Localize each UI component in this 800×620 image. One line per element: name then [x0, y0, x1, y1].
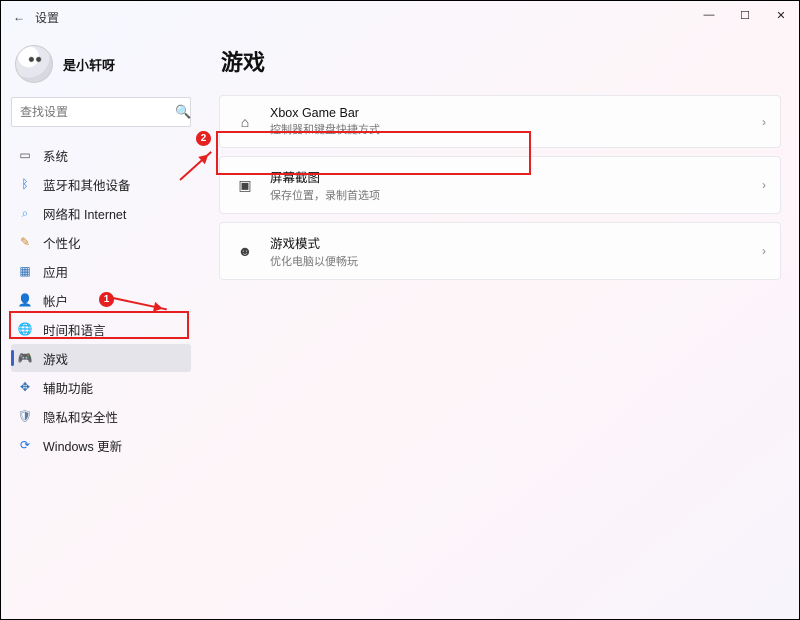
sidebar-item-apps[interactable]: ▦ 应用 — [11, 257, 191, 285]
system-icon: ▭ — [17, 147, 33, 163]
card-subtitle: 保存位置，录制首选项 — [270, 187, 762, 203]
sidebar-item-label: 应用 — [43, 262, 68, 281]
sidebar-item-privacy[interactable]: 🛡 隐私和安全性 — [11, 402, 191, 430]
accessibility-icon: ✥ — [17, 379, 33, 395]
capture-icon: ▣ — [234, 177, 256, 194]
wifi-icon: ⌕ — [17, 205, 33, 221]
minimize-button[interactable]: — — [691, 1, 727, 29]
sidebar-item-system[interactable]: ▭ 系统 — [11, 141, 191, 169]
card-title: 游戏模式 — [270, 233, 762, 252]
xbox-icon: ⌂ — [234, 114, 256, 130]
sidebar-item-accessibility[interactable]: ✥ 辅助功能 — [11, 373, 191, 401]
chevron-right-icon: › — [762, 244, 766, 258]
chevron-right-icon: › — [762, 115, 766, 129]
sidebar-item-gaming[interactable]: 🎮 游戏 — [11, 344, 191, 372]
avatar — [15, 45, 53, 83]
card-subtitle: 优化电脑以便畅玩 — [270, 253, 762, 269]
card-title: 屏幕截图 — [270, 167, 762, 186]
sidebar-item-network[interactable]: ⌕ 网络和 Internet — [11, 199, 191, 227]
card-captures[interactable]: ▣ 屏幕截图 保存位置，录制首选项 › — [219, 156, 781, 214]
card-game-mode[interactable]: ☻ 游戏模式 优化电脑以便畅玩 › — [219, 222, 781, 280]
globe-icon: 🌐 — [17, 321, 33, 337]
main-content: 游戏 ⌂ Xbox Game Bar 控制器和键盘快捷方式 › ▣ 屏幕截图 保… — [201, 33, 799, 619]
sidebar-item-label: 隐私和安全性 — [43, 407, 118, 426]
sidebar-item-personalization[interactable]: ✎ 个性化 — [11, 228, 191, 256]
search-box[interactable]: 🔍 — [11, 97, 191, 127]
card-subtitle: 控制器和键盘快捷方式 — [270, 121, 762, 137]
update-icon: ⟳ — [17, 437, 33, 453]
sidebar-item-update[interactable]: ⟳ Windows 更新 — [11, 431, 191, 459]
back-button[interactable]: ← — [9, 10, 29, 24]
gamepad-icon: 🎮 — [17, 350, 33, 366]
chevron-right-icon: › — [762, 178, 766, 192]
shield-icon: 🛡 — [17, 408, 33, 424]
brush-icon: ✎ — [17, 234, 33, 250]
person-icon: 👤 — [17, 292, 33, 308]
sidebar-item-time-language[interactable]: 🌐 时间和语言 — [11, 315, 191, 343]
search-icon: 🔍 — [175, 104, 191, 120]
sidebar-item-label: 帐户 — [43, 291, 68, 310]
sidebar-item-label: 个性化 — [43, 233, 81, 252]
annotation-badge-1: 1 — [99, 292, 114, 307]
sidebar-item-label: 网络和 Internet — [43, 204, 126, 223]
game-mode-icon: ☻ — [234, 243, 256, 259]
apps-icon: ▦ — [17, 263, 33, 279]
bluetooth-icon: ᛒ — [17, 176, 33, 192]
window-title: 设置 — [35, 9, 59, 26]
sidebar-item-label: 蓝牙和其他设备 — [43, 175, 131, 194]
sidebar-item-label: 辅助功能 — [43, 378, 93, 397]
sidebar-item-bluetooth[interactable]: ᛒ 蓝牙和其他设备 — [11, 170, 191, 198]
search-input[interactable] — [20, 105, 175, 119]
user-row[interactable]: 是小轩呀 — [11, 41, 191, 97]
card-xbox-game-bar[interactable]: ⌂ Xbox Game Bar 控制器和键盘快捷方式 › — [219, 95, 781, 148]
card-title: Xbox Game Bar — [270, 106, 762, 120]
sidebar-item-label: 时间和语言 — [43, 320, 106, 339]
username: 是小轩呀 — [63, 55, 115, 74]
sidebar: 是小轩呀 🔍 ▭ 系统 ᛒ 蓝牙和其他设备 ⌕ 网络和 Internet ✎ 个… — [1, 33, 201, 619]
close-button[interactable]: ✕ — [763, 1, 799, 29]
sidebar-item-label: Windows 更新 — [43, 436, 122, 455]
page-title: 游戏 — [221, 45, 781, 77]
sidebar-item-label: 游戏 — [43, 349, 68, 368]
sidebar-item-label: 系统 — [43, 146, 68, 165]
annotation-badge-2: 2 — [196, 131, 211, 146]
maximize-button[interactable]: ☐ — [727, 1, 763, 29]
